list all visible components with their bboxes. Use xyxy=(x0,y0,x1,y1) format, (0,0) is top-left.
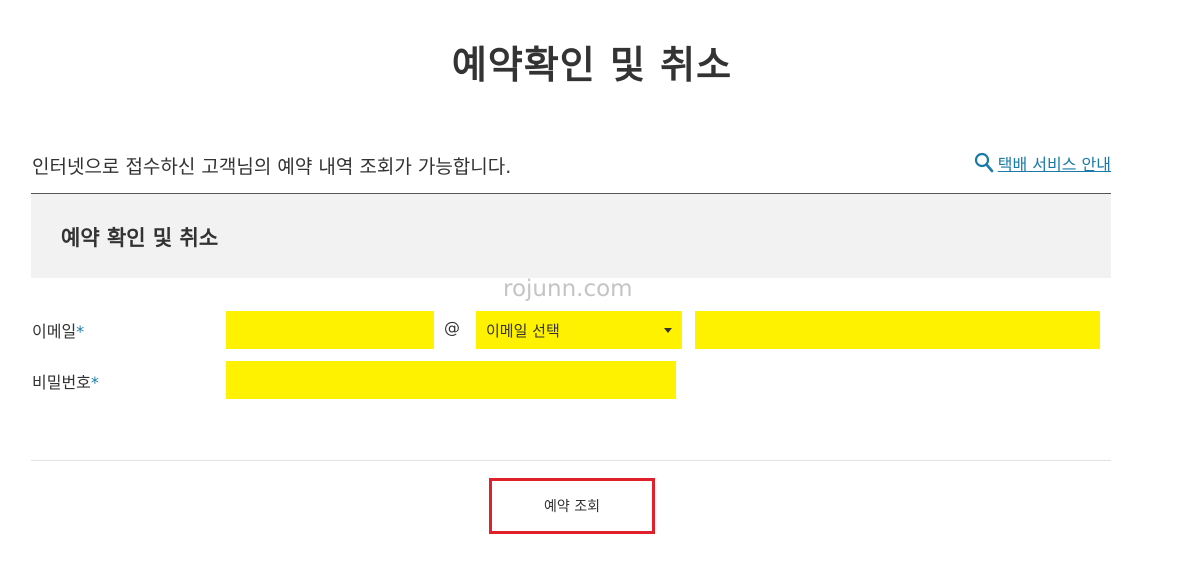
reservation-lookup-button[interactable]: 예약 조회 xyxy=(489,478,655,534)
search-icon xyxy=(974,152,994,173)
delivery-guide-link[interactable]: 택배 서비스 안내 xyxy=(974,151,1111,175)
email-id-input[interactable] xyxy=(226,311,434,349)
caret-down-icon xyxy=(664,327,672,333)
divider xyxy=(31,460,1111,461)
watermark: rojunn.com xyxy=(503,276,633,302)
delivery-guide-link-label: 택배 서비스 안내 xyxy=(997,155,1111,174)
page-title: 예약확인 및 취소 xyxy=(451,43,733,87)
section-header: 예약 확인 및 취소 xyxy=(31,193,1111,278)
required-mark: * xyxy=(90,373,99,392)
email-label-text: 이메일 xyxy=(32,322,77,341)
section-title: 예약 확인 및 취소 xyxy=(61,226,219,250)
required-mark: * xyxy=(76,322,85,341)
intro-text: 인터넷으로 접수하신 고객님의 예약 내역 조회가 가능합니다. xyxy=(32,156,512,178)
reservation-lookup-button-label: 예약 조회 xyxy=(544,499,600,515)
at-sign: @ xyxy=(444,318,460,337)
email-domain-select-value: 이메일 선택 xyxy=(486,321,560,340)
email-label: 이메일* xyxy=(32,318,84,342)
email-domain-select[interactable]: 이메일 선택 xyxy=(476,311,682,349)
email-domain-input[interactable] xyxy=(695,311,1100,349)
password-input[interactable] xyxy=(226,361,676,399)
password-label: 비밀번호* xyxy=(32,369,99,393)
password-label-text: 비밀번호 xyxy=(32,373,91,392)
